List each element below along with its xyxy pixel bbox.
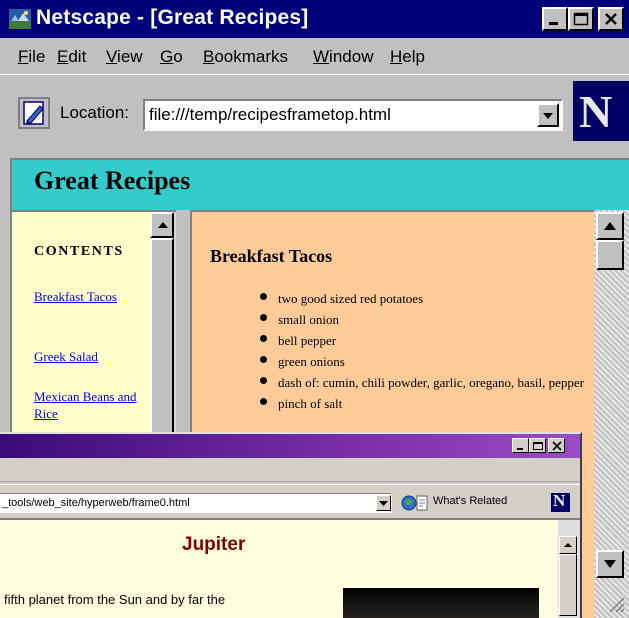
ingredient-item: two good sized red potatoes: [258, 288, 588, 309]
contents-link-breakfast-tacos[interactable]: Breakfast Tacos: [34, 288, 144, 305]
browser-title-bar[interactable]: [0, 434, 580, 458]
recipe-scroll-down-button[interactable]: [596, 550, 624, 578]
menu-go[interactable]: Go: [160, 47, 183, 67]
browser-scrollbar[interactable]: [558, 518, 580, 618]
whats-related-label[interactable]: What's Related: [433, 495, 507, 507]
arrow-down-icon: [604, 560, 616, 568]
window-title: Netscape - [Great Recipes]: [36, 6, 309, 29]
location-toolbar: Location: file:///temp/recipesframetop.h…: [0, 74, 629, 156]
site-heading: Great Recipes: [34, 166, 191, 195]
bookmark-icon[interactable]: [18, 97, 50, 129]
maximize-icon: [533, 442, 543, 450]
menu-file[interactable]: File: [18, 47, 45, 67]
ingredient-item: green onions: [258, 351, 588, 372]
planet-image: [343, 588, 539, 618]
location-input[interactable]: file:///temp/recipesframetop.html: [143, 99, 563, 131]
chevron-down-icon: [379, 501, 388, 506]
browser-maximize-button[interactable]: [529, 438, 546, 453]
menu-view[interactable]: View: [106, 47, 143, 67]
close-icon: [605, 13, 617, 25]
menu-edit[interactable]: Edit: [57, 47, 86, 67]
arrow-up-icon: [158, 222, 168, 228]
minimize-icon: [549, 22, 558, 25]
recipe-scrollbar[interactable]: [594, 210, 629, 618]
browser-scroll-thumb[interactable]: [559, 554, 577, 616]
browser-netscape-logo[interactable]: N: [551, 491, 570, 512]
arrow-up-icon: [604, 222, 616, 230]
browser-minimize-button[interactable]: [512, 438, 529, 453]
close-button[interactable]: [598, 7, 624, 31]
menu-bar: File Edit View Go Bookmarks Window Help: [0, 38, 629, 74]
netscape-app-icon[interactable]: [9, 9, 31, 29]
netscape-logo-letter: N: [579, 86, 613, 137]
contents-link-greek-salad[interactable]: Greek Salad: [34, 348, 144, 365]
browser-menu-bar: [0, 458, 580, 482]
whats-related-icon[interactable]: [400, 493, 430, 513]
page-title: Jupiter: [182, 534, 246, 555]
minimize-icon: [517, 448, 523, 450]
browser-scroll-up-button[interactable]: [559, 536, 577, 554]
recipe-scroll-up-button[interactable]: [596, 212, 624, 240]
contents-scroll-up-button[interactable]: [150, 212, 174, 238]
browser-netscape-logo-letter: N: [553, 491, 566, 510]
page-body-text: fifth planet from the Sun and by far the: [4, 592, 226, 607]
ingredient-item: bell pepper: [258, 330, 588, 351]
menu-window[interactable]: Window: [313, 47, 373, 67]
maximize-button[interactable]: [568, 7, 594, 31]
browser-page-content: Jupiter fifth planet from the Sun and by…: [0, 518, 558, 618]
minimize-button[interactable]: [542, 7, 568, 31]
recipe-scroll-thumb[interactable]: [596, 240, 624, 270]
close-icon: [552, 441, 562, 451]
menu-help[interactable]: Help: [390, 47, 425, 67]
contents-heading: CONTENTS: [34, 244, 124, 259]
maximize-icon: [573, 12, 589, 26]
arrow-up-icon: [564, 543, 572, 547]
ingredient-list: two good sized red potatoes small onion …: [258, 288, 588, 414]
browser-close-button[interactable]: [548, 438, 565, 453]
ingredient-item: dash of: cumin, chili powder, garlic, or…: [258, 372, 588, 393]
location-label: Location:: [60, 103, 129, 122]
resize-grip-icon[interactable]: [604, 592, 626, 614]
menu-bookmarks[interactable]: Bookmarks: [203, 47, 288, 67]
browser-window: _tools/web_site/hyperweb/frame0.html Wha…: [0, 432, 582, 618]
browser-location-dropdown-button[interactable]: [376, 495, 391, 511]
location-dropdown-button[interactable]: [537, 103, 559, 127]
contents-link-mexican-beans[interactable]: Mexican Beans and Rice: [34, 388, 144, 422]
browser-location-toolbar: _tools/web_site/hyperweb/frame0.html Wha…: [0, 484, 580, 518]
ingredient-item: small onion: [258, 309, 588, 330]
top-frame: Great Recipes: [10, 158, 629, 210]
browser-location-input[interactable]: _tools/web_site/hyperweb/frame0.html: [0, 493, 392, 513]
title-bar[interactable]: Netscape - [Great Recipes]: [0, 0, 629, 38]
chevron-down-icon: [543, 113, 553, 119]
ingredient-item: pinch of salt: [258, 393, 588, 414]
netscape-logo[interactable]: N: [573, 81, 629, 141]
recipe-title: Breakfast Tacos: [210, 246, 333, 266]
